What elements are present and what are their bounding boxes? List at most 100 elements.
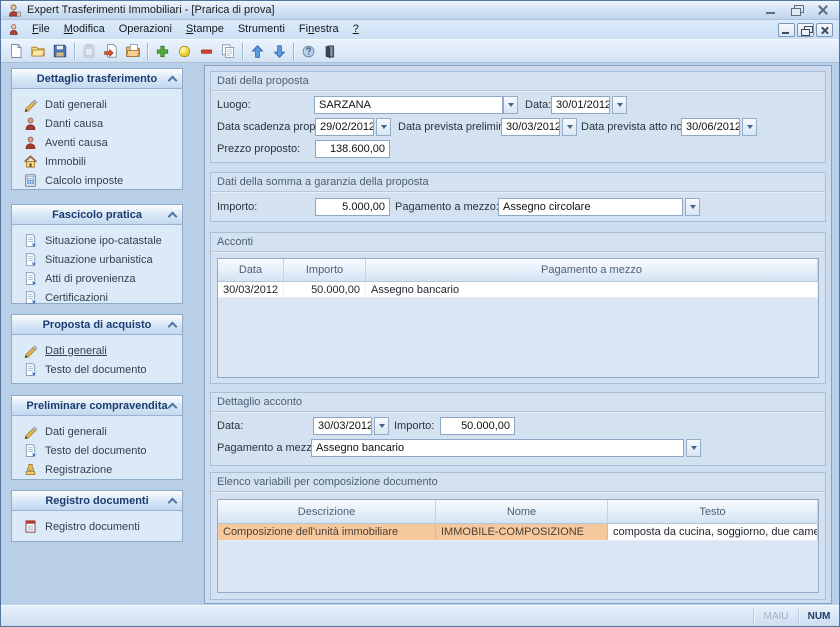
acconto-data-value[interactable]: 30/03/2012	[313, 417, 372, 435]
save-button[interactable]	[49, 41, 71, 62]
scadenza-dropdown-button[interactable]	[376, 118, 391, 136]
acconto-data-combo[interactable]: 30/03/2012	[313, 417, 389, 435]
move-down-icon	[272, 44, 287, 59]
variabili-grid: Descrizione Nome Testo Composizione dell…	[217, 499, 819, 593]
sidebar-item-atti-di-provenienza[interactable]: Atti di provenienza	[12, 269, 182, 288]
pagamento-garanzia-dropdown-button[interactable]	[685, 198, 700, 216]
chevron-up-icon[interactable]	[169, 76, 175, 82]
sidebar-item-preliminare-dati-generali[interactable]: Dati generali	[12, 422, 182, 441]
prezzo-field[interactable]: 138.600,00	[315, 140, 390, 158]
panel-header[interactable]: Fascicolo pratica	[12, 205, 182, 225]
import-document-button[interactable]	[100, 41, 122, 62]
notarile-value[interactable]: 30/06/2012	[681, 118, 740, 136]
panel-header[interactable]: Registro documenti	[12, 491, 182, 511]
mdi-close-icon[interactable]	[816, 23, 833, 37]
acconti-row[interactable]: 30/03/2012 50.000,00 Assegno bancario	[218, 282, 818, 298]
acconto-importo-field[interactable]: 50.000,00	[440, 417, 515, 435]
paste-button[interactable]	[78, 41, 100, 62]
restore-icon[interactable]	[791, 5, 803, 15]
acconto-data-dropdown-button[interactable]	[374, 417, 389, 435]
sidebar-item-registro-documenti[interactable]: Registro documenti	[12, 517, 182, 536]
menu-finestra[interactable]: Finestra	[292, 21, 346, 38]
house-icon	[23, 154, 38, 169]
delete-button[interactable]	[195, 41, 217, 62]
edit-button[interactable]	[173, 41, 195, 62]
exit-button[interactable]	[319, 41, 341, 62]
move-up-button[interactable]	[246, 41, 268, 62]
sidebar-item-aventi-causa[interactable]: Aventi causa	[12, 133, 182, 152]
sidebar-item-registrazione[interactable]: Registrazione	[12, 460, 182, 479]
new-document-button[interactable]	[5, 41, 27, 62]
preliminare-value[interactable]: 30/03/2012	[501, 118, 560, 136]
luogo-combo[interactable]: SARZANA	[314, 96, 518, 114]
mdi-restore-icon[interactable]	[797, 23, 814, 37]
open-button[interactable]	[27, 41, 49, 62]
menu-modifica[interactable]: Modifica	[57, 21, 112, 38]
panel-header[interactable]: Proposta di acquisto	[12, 315, 182, 335]
person-icon	[23, 116, 38, 131]
sidebar-item-danti-causa[interactable]: Danti causa	[12, 114, 182, 133]
menu-strumenti[interactable]: Strumenti	[231, 21, 292, 38]
panel-registro-documenti: Registro documenti Registro documenti	[11, 490, 183, 542]
sidebar-item-dati-generali[interactable]: Dati generali	[12, 95, 182, 114]
luogo-value[interactable]: SARZANA	[314, 96, 503, 114]
variabili-cell-testo[interactable]: composta da cucina, soggiorno, due camer…	[608, 524, 818, 540]
acconto-pagamento-dropdown-button[interactable]	[686, 439, 701, 457]
chevron-up-icon[interactable]	[169, 212, 175, 218]
move-down-button[interactable]	[268, 41, 290, 62]
acconti-col-pagamento[interactable]: Pagamento a mezzo	[366, 259, 818, 281]
data-value[interactable]: 30/01/2012	[551, 96, 610, 114]
sidebar-item-situazione-ipo-catastale[interactable]: Situazione ipo-catastale	[12, 231, 182, 250]
document-icon	[23, 362, 38, 377]
acconto-pagamento-combo[interactable]: Assegno bancario	[311, 439, 701, 457]
system-menu-icon[interactable]	[8, 23, 21, 36]
luogo-dropdown-button[interactable]	[503, 96, 518, 114]
acconti-col-importo[interactable]: Importo	[284, 259, 366, 281]
pagamento-garanzia-combo[interactable]: Assegno circolare	[498, 198, 700, 216]
menu-help[interactable]: ?	[346, 21, 366, 38]
mdi-minimize-icon[interactable]	[778, 23, 795, 37]
scadenza-value[interactable]: 29/02/2012	[315, 118, 374, 136]
close-icon[interactable]	[817, 5, 829, 15]
sidebar-item-immobili[interactable]: Immobili	[12, 152, 182, 171]
sidebar-item-calcolo-imposte[interactable]: Calcolo imposte	[12, 171, 182, 190]
variabili-col-descrizione[interactable]: Descrizione	[218, 500, 436, 523]
panel-header[interactable]: Dettaglio trasferimento	[12, 69, 182, 89]
sidebar-item-proposta-testo-documento[interactable]: Testo del documento	[12, 360, 182, 379]
chevron-up-icon[interactable]	[169, 403, 175, 409]
sidebar-item-certificazioni[interactable]: Certificazioni	[12, 288, 182, 307]
menu-stampe[interactable]: Stampe	[179, 21, 231, 38]
variabili-col-testo[interactable]: Testo	[608, 500, 818, 523]
minimize-icon[interactable]	[765, 5, 777, 15]
sidebar-item-situazione-urbanistica[interactable]: Situazione urbanistica	[12, 250, 182, 269]
notarile-dropdown-button[interactable]	[742, 118, 757, 136]
open-document-button[interactable]	[122, 41, 144, 62]
pagamento-garanzia-value[interactable]: Assegno circolare	[498, 198, 683, 216]
chevron-up-icon[interactable]	[169, 498, 175, 504]
dropdown-arrow-icon	[690, 205, 696, 209]
menu-file[interactable]: File	[25, 21, 57, 38]
sidebar-item-preliminare-testo-documento[interactable]: Testo del documento	[12, 441, 182, 460]
status-bar: MAIU NUM	[1, 605, 839, 626]
data-combo[interactable]: 30/01/2012	[551, 96, 627, 114]
data-dropdown-button[interactable]	[612, 96, 627, 114]
group-dettaglio-acconto: Dettaglio acconto Data: 30/03/2012 Impor…	[210, 392, 826, 466]
notarile-combo[interactable]: 30/06/2012	[681, 118, 757, 136]
preliminare-dropdown-button[interactable]	[562, 118, 577, 136]
copy-button[interactable]	[217, 41, 239, 62]
chevron-up-icon[interactable]	[169, 322, 175, 328]
sidebar-item-proposta-dati-generali[interactable]: Dati generali	[12, 341, 182, 360]
preliminare-combo[interactable]: 30/03/2012	[501, 118, 577, 136]
help-button[interactable]	[297, 41, 319, 62]
menu-bar: File Modifica Operazioni Stampe Strument…	[1, 20, 839, 39]
add-button[interactable]	[151, 41, 173, 62]
scadenza-combo[interactable]: 29/02/2012	[315, 118, 391, 136]
acconto-pagamento-value[interactable]: Assegno bancario	[311, 439, 684, 457]
panel-header[interactable]: Preliminare compravendita	[12, 396, 182, 416]
menu-operazioni[interactable]: Operazioni	[112, 21, 179, 38]
acconti-col-data[interactable]: Data	[218, 259, 284, 281]
importo-garanzia-field[interactable]: 5.000,00	[315, 198, 390, 216]
variabili-col-nome[interactable]: Nome	[436, 500, 608, 523]
acconti-cell-data: 30/03/2012	[218, 282, 284, 297]
variabili-row[interactable]: Composizione dell'unità immobiliare IMMO…	[218, 524, 818, 541]
